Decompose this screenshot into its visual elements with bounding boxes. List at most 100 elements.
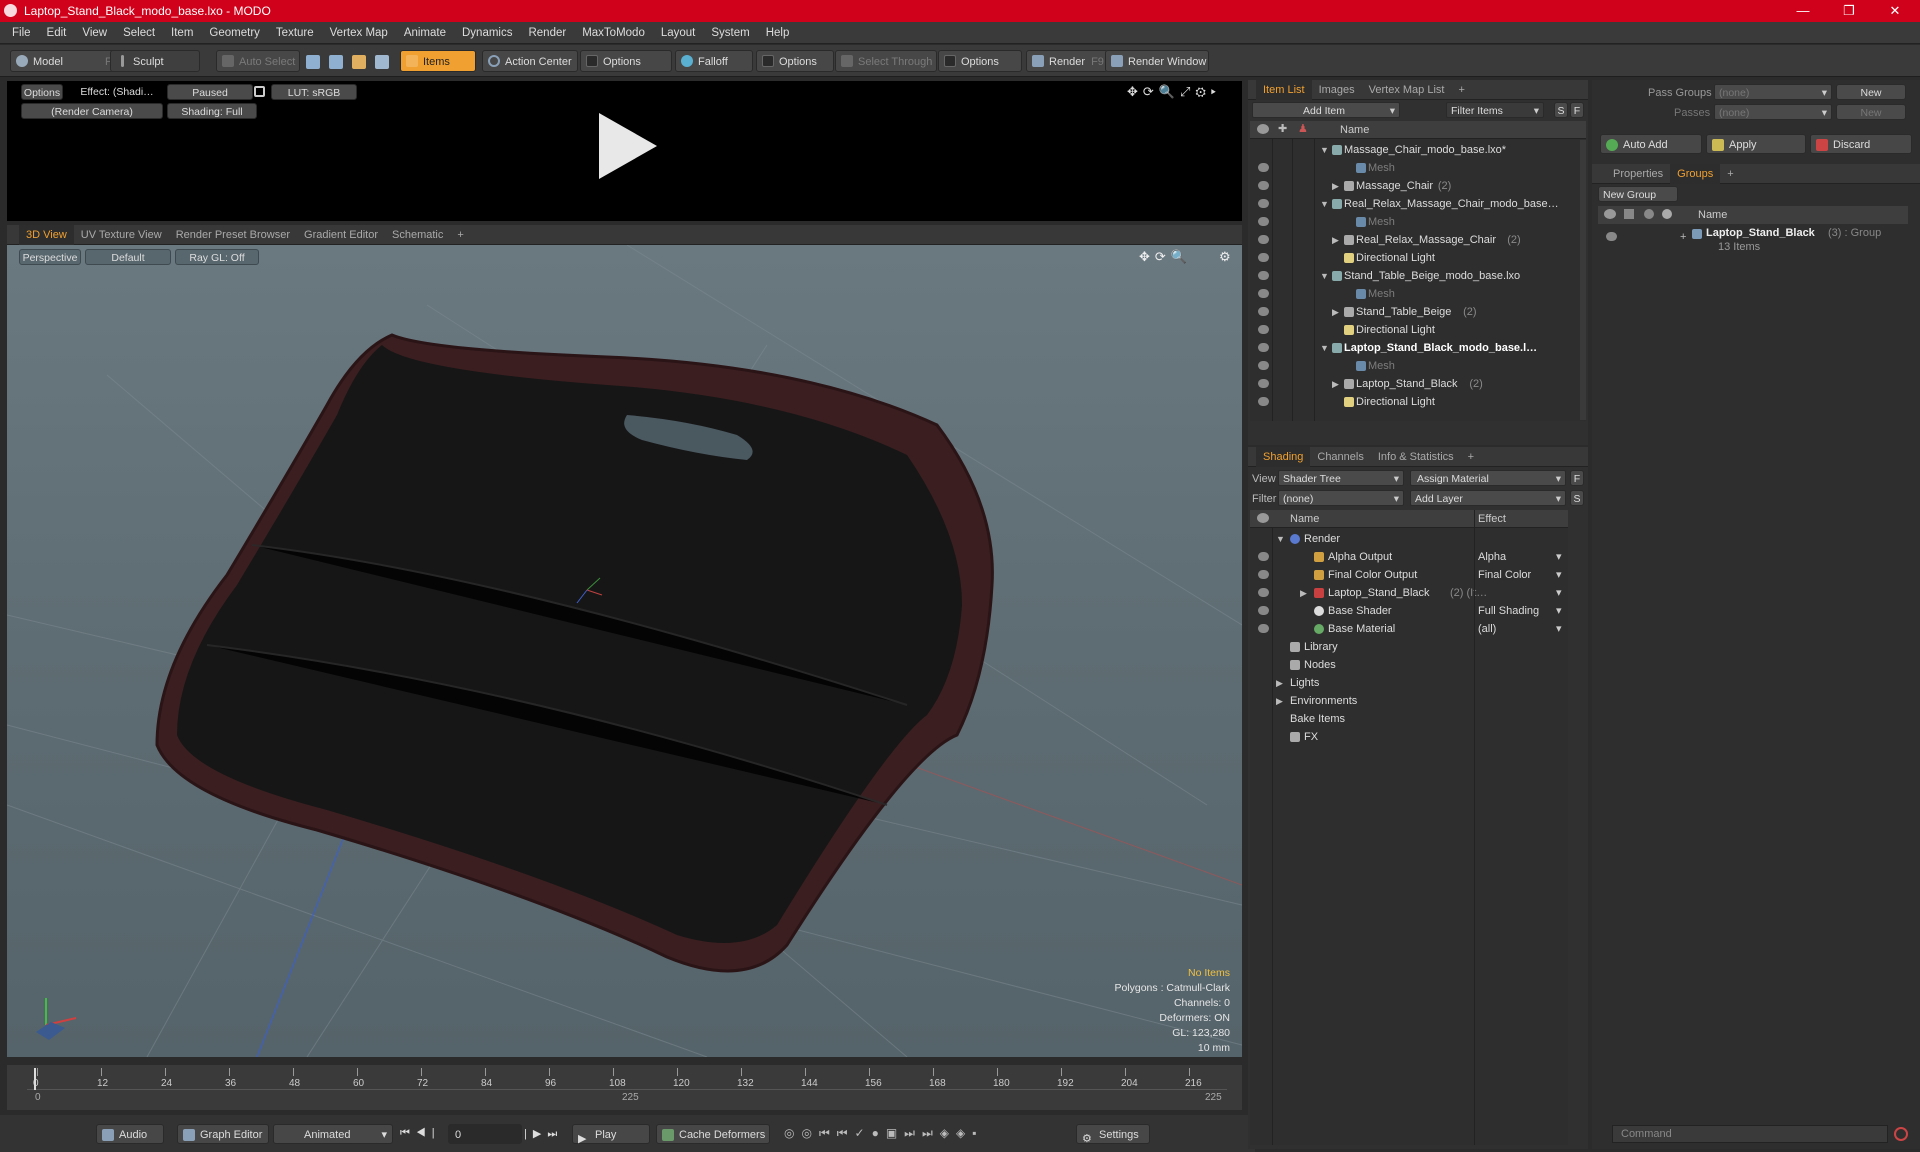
graph-editor-button[interactable]: Graph Editor: [177, 1124, 269, 1144]
tab-schematic[interactable]: Schematic: [385, 225, 450, 245]
collapse-arrow-icon[interactable]: ▼: [1320, 141, 1329, 159]
menu-system[interactable]: System: [703, 22, 757, 44]
audio-button[interactable]: Audio: [96, 1124, 164, 1144]
item-list-row[interactable]: ▼ Real_Relax_Massage_Chair_modo_base…: [1250, 195, 1580, 213]
perspective-dropdown[interactable]: Perspective: [19, 249, 81, 265]
group-row[interactable]: + Laptop_Stand_Black (3) : Group 13 Item…: [1598, 226, 1908, 260]
render-paused-toggle[interactable]: Paused: [167, 84, 253, 100]
render-options-button[interactable]: Options: [21, 84, 63, 100]
render-window-button[interactable]: Render Window: [1105, 50, 1209, 72]
menu-edit[interactable]: Edit: [39, 22, 75, 44]
item-list-scrollbar[interactable]: [1580, 140, 1586, 420]
timeline[interactable]: 0 12 24 36 48 60 72 84 96 108 120 132 144 156 168 180 19…: [7, 1065, 1242, 1110]
select-through-button[interactable]: Select Through: [835, 50, 937, 72]
eye-icon[interactable]: [1258, 253, 1269, 262]
chevron-down-icon[interactable]: ▾: [1556, 620, 1562, 638]
discard-button[interactable]: Discard: [1810, 134, 1912, 154]
new-group-button[interactable]: New Group: [1598, 186, 1678, 202]
edges-mode-icon[interactable]: [329, 55, 343, 69]
item-list-row[interactable]: ▼ Stand_Table_Beige_modo_base.lxo: [1250, 267, 1580, 285]
item-list-row[interactable]: ▶ Real_Relax_Massage_Chair (2): [1250, 231, 1580, 249]
render-camera-dropdown[interactable]: (Render Camera): [21, 103, 163, 119]
menu-geometry[interactable]: Geometry: [201, 22, 268, 44]
menu-animate[interactable]: Animate: [396, 22, 454, 44]
record-icon[interactable]: [1894, 1127, 1908, 1141]
vertices-mode-icon[interactable]: [306, 55, 320, 69]
expand-arrow-icon[interactable]: ▶: [1332, 375, 1339, 393]
shader-tree-row[interactable]: Library: [1250, 638, 1568, 656]
play-render-icon[interactable]: [591, 111, 661, 181]
item-list-row[interactable]: Directional Light: [1250, 249, 1580, 267]
falloff-button[interactable]: Falloff: [675, 50, 753, 72]
shading-s-button[interactable]: S: [1570, 490, 1584, 506]
viewport-gear-icon[interactable]: ⚙: [1219, 249, 1231, 265]
eye-icon[interactable]: [1258, 624, 1269, 633]
eye-icon[interactable]: [1258, 361, 1269, 370]
default-shading-dropdown[interactable]: Default: [85, 249, 171, 265]
eye-icon[interactable]: [1606, 232, 1617, 241]
tab-render-preset-browser[interactable]: Render Preset Browser: [169, 225, 297, 245]
item-list-row[interactable]: ▼ Massage_Chair_modo_base.lxo*: [1250, 141, 1580, 159]
menu-item[interactable]: Item: [163, 22, 201, 44]
new-pass-group-button[interactable]: New: [1836, 84, 1906, 100]
filter-f-button[interactable]: F: [1570, 102, 1584, 118]
shader-tree-row[interactable]: ▶ Laptop_Stand_Black (2) (It… ▾: [1250, 584, 1568, 602]
tab-shading[interactable]: Shading: [1256, 447, 1311, 467]
collapse-arrow-icon[interactable]: ▼: [1276, 530, 1285, 548]
render-button[interactable]: Render F9: [1026, 50, 1108, 72]
shader-tree-row[interactable]: Base Material (all) ▾: [1250, 620, 1568, 638]
filter-s-button[interactable]: S: [1554, 102, 1568, 118]
cache-deformers-button[interactable]: Cache Deformers: [656, 1124, 770, 1144]
sculpt-mode-button[interactable]: Sculpt: [110, 50, 200, 72]
viewport-nav-controls[interactable]: ✥⟳🔍: [1139, 249, 1192, 265]
shader-tree-row[interactable]: Final Color Output Final Color ▾: [1250, 566, 1568, 584]
shader-tree-row[interactable]: Nodes: [1250, 656, 1568, 674]
effect-dropdown[interactable]: Alpha: [1478, 548, 1506, 566]
render-effect-dropdown[interactable]: Effect: (Shadi…: [71, 84, 163, 100]
item-list-row[interactable]: ▼ Laptop_Stand_Black_modo_base.l…: [1250, 339, 1580, 357]
eye-icon[interactable]: [1258, 217, 1269, 226]
tab-images[interactable]: Images: [1312, 80, 1362, 100]
eye-icon[interactable]: [1258, 552, 1269, 561]
expand-arrow-icon[interactable]: ▶: [1276, 692, 1283, 710]
items-mode-button[interactable]: Items: [400, 50, 476, 72]
current-frame-field[interactable]: 0: [448, 1124, 522, 1144]
transport-next-buttons[interactable]: |▶⏭: [524, 1127, 563, 1141]
effect-dropdown[interactable]: Final Color: [1478, 566, 1531, 584]
play-button[interactable]: ▶ Play: [572, 1124, 650, 1145]
shading-filter-dropdown[interactable]: (none): [1278, 490, 1404, 507]
item-list-row[interactable]: Directional Light: [1250, 321, 1580, 339]
materials-mode-icon[interactable]: [375, 55, 389, 69]
shader-tree-row[interactable]: Alpha Output Alpha ▾: [1250, 548, 1568, 566]
tab-gradient-editor[interactable]: Gradient Editor: [297, 225, 385, 245]
lut-dropdown[interactable]: LUT: sRGB: [271, 84, 357, 100]
falloff-options-button[interactable]: Options: [756, 50, 834, 72]
menu-layout[interactable]: Layout: [653, 22, 704, 44]
passes-dropdown[interactable]: (none): [1714, 104, 1832, 121]
auto-add-button[interactable]: Auto Add: [1600, 134, 1702, 154]
transport-prev-buttons[interactable]: ⏮◀|: [400, 1127, 441, 1140]
expand-arrow-icon[interactable]: ▶: [1276, 674, 1283, 692]
menu-select[interactable]: Select: [115, 22, 163, 44]
menu-dynamics[interactable]: Dynamics: [454, 22, 520, 44]
item-list-row[interactable]: Mesh: [1250, 159, 1580, 177]
close-button[interactable]: ✕: [1872, 0, 1918, 22]
item-list-row[interactable]: Mesh: [1250, 357, 1580, 375]
eye-icon[interactable]: [1258, 570, 1269, 579]
menu-file[interactable]: File: [4, 22, 39, 44]
eye-icon[interactable]: [1258, 163, 1269, 172]
shader-tree[interactable]: Name Effect ▼ Render Alpha Output Alpha ▾ Fin…: [1250, 510, 1568, 1145]
eye-icon[interactable]: [1258, 289, 1269, 298]
playhead[interactable]: [34, 1068, 36, 1090]
item-list-row[interactable]: Mesh: [1250, 285, 1580, 303]
tab-item-list[interactable]: Item List: [1256, 80, 1312, 100]
item-list-row[interactable]: ▶ Laptop_Stand_Black (2): [1250, 375, 1580, 393]
tab-3d-view[interactable]: 3D View: [19, 225, 74, 245]
chevron-down-icon[interactable]: ▾: [1556, 548, 1562, 566]
tab-info-statistics[interactable]: Info & Statistics: [1371, 447, 1461, 467]
select-options-button[interactable]: Options: [938, 50, 1022, 72]
effect-dropdown[interactable]: (all): [1478, 620, 1496, 638]
menu-view[interactable]: View: [74, 22, 115, 44]
expand-icon[interactable]: +: [1680, 231, 1686, 243]
action-center-button[interactable]: Action Center: [482, 50, 578, 72]
